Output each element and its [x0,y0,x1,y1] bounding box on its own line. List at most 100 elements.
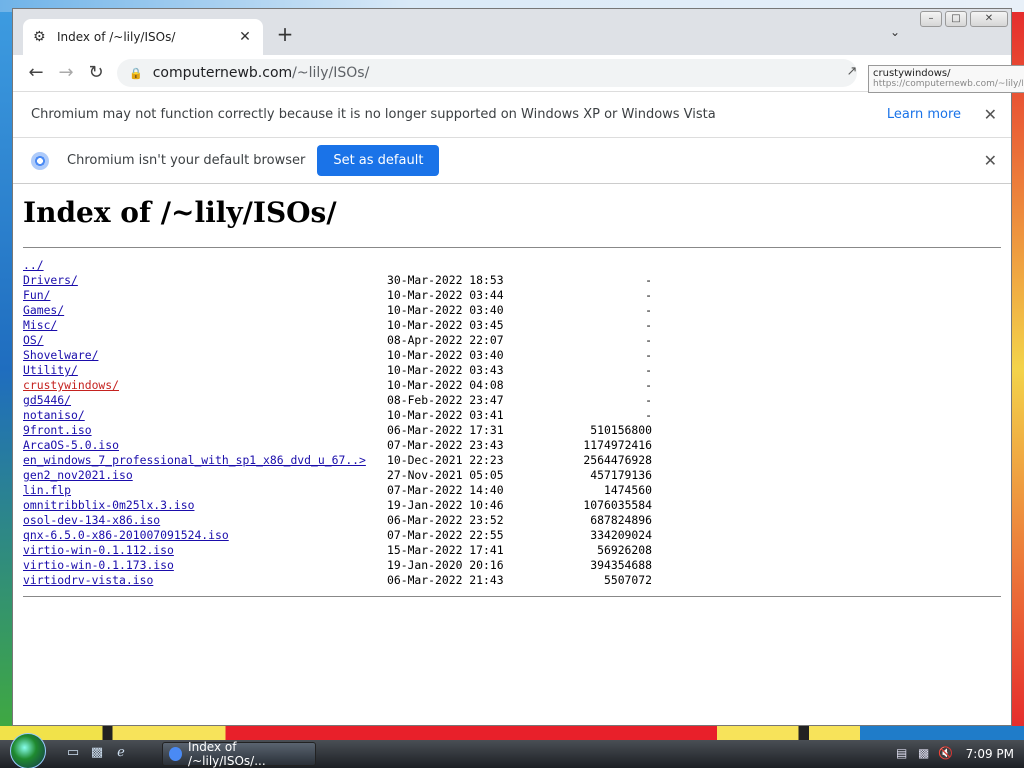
list-item: ../ [23,258,1001,273]
file-size: - [645,273,652,287]
file-size: - [645,288,652,302]
file-size: - [645,393,652,407]
internet-explorer-icon[interactable]: ℯ [112,745,130,763]
lock-icon[interactable]: 🔒 [129,67,143,80]
page-icon: ⚙ [33,29,46,45]
file-link[interactable]: virtiodrv-vista.iso [23,573,387,588]
network-icon[interactable]: ▤ [894,746,910,762]
infobar-close-icon[interactable]: ✕ [984,151,997,170]
learn-more-link[interactable]: Learn more [887,107,961,122]
file-link[interactable]: notaniso/ [23,408,387,423]
file-size: 687824896 [590,513,652,527]
file-date: 10-Dec-2021 22:23 [387,453,504,467]
list-item: qnx-6.5.0-x86-201007091524.iso 07-Mar-202… [23,528,1001,543]
list-item: Games/10-Mar-2022 03:40 - [23,303,1001,318]
switch-windows-icon[interactable]: ▩ [88,745,106,763]
display-icon[interactable]: ▩ [916,746,932,762]
file-date: 10-Mar-2022 03:40 [387,348,504,362]
forward-button[interactable]: → [51,59,81,87]
tooltip-url: https://computernewb.com/~lily/ISOs/ [873,79,1023,89]
file-date: 30-Mar-2022 18:53 [387,273,504,287]
url-host: computernewb.com [152,65,293,81]
url-path: /~lily/ISOs/ [292,65,370,81]
file-link[interactable]: osol-dev-134-x86.iso [23,513,387,528]
file-date: 27-Nov-2021 05:05 [387,468,504,482]
file-link[interactable]: crustywindows/ [23,378,387,393]
file-link[interactable]: gen2_nov2021.iso [23,468,387,483]
back-button[interactable]: ← [21,59,51,87]
file-size: - [645,303,652,317]
show-desktop-icon[interactable]: ▭ [64,745,82,763]
list-item: Misc/10-Mar-2022 03:45 - [23,318,1001,333]
new-tab-button[interactable]: + [273,23,297,47]
list-item: gen2_nov2021.iso 27-Nov-2021 05:05 4571791… [23,468,1001,483]
list-item: omnitribblix-0m25lx.3.iso 19-Jan-2022 10:… [23,498,1001,513]
file-date: 15-Mar-2022 17:41 [387,543,504,557]
file-size: 334209024 [590,528,652,542]
tooltip-title: crustywindows/ [873,68,951,79]
close-window-button[interactable]: ✕ [970,11,1008,27]
file-date: 06-Mar-2022 21:43 [387,573,504,587]
start-button[interactable] [10,733,46,768]
tab-search-chevron-icon[interactable]: ⌄ [885,25,905,45]
file-date: 08-Feb-2022 23:47 [387,393,504,407]
list-item: en_windows_7_professional_with_sp1_x86_d… [23,453,1001,468]
file-link[interactable]: 9front.iso [23,423,387,438]
parent-directory-link[interactable]: ../ [23,258,387,273]
file-link[interactable]: gd5446/ [23,393,387,408]
list-item: Fun/10-Mar-2022 03:44 - [23,288,1001,303]
file-link[interactable]: Games/ [23,303,387,318]
file-date: 10-Mar-2022 04:08 [387,378,504,392]
clock[interactable]: 7:09 PM [966,747,1014,761]
maximize-button[interactable]: □ [945,11,967,27]
file-date: 10-Mar-2022 03:40 [387,303,504,317]
default-browser-infobar: Chromium isn't your default browser Set … [13,137,1011,183]
file-date: 10-Mar-2022 03:44 [387,288,504,302]
minimize-button[interactable]: – [920,11,942,27]
tab-active[interactable]: ⚙ Index of /~lily/ISOs/ ✕ [23,19,263,55]
file-size: 394354688 [590,558,652,572]
file-link[interactable]: Misc/ [23,318,387,333]
page-content: Index of /~lily/ISOs/ ../ Drivers/30-Mar… [13,183,1011,719]
infobar-close-icon[interactable]: ✕ [984,105,997,124]
share-icon[interactable]: ↗ [843,64,861,82]
file-link[interactable]: qnx-6.5.0-x86-201007091524.iso [23,528,387,543]
file-date: 19-Jan-2022 10:46 [387,498,504,512]
volume-muted-icon[interactable]: 🔇 [938,746,954,762]
file-link[interactable]: Fun/ [23,288,387,303]
taskbar: ▭ ▩ ℯ Index of /~lily/ISOs/... ▤ ▩ 🔇 7:0… [0,733,1024,768]
file-link[interactable]: en_windows_7_professional_with_sp1_x86_d… [23,453,387,468]
tab-close-icon[interactable]: ✕ [237,29,253,45]
file-size: 1174972416 [583,438,652,452]
file-link[interactable]: virtio-win-0.1.173.iso [23,558,387,573]
list-item: virtio-win-0.1.173.iso 19-Jan-2020 20:16 3… [23,558,1001,573]
file-link[interactable]: omnitribblix-0m25lx.3.iso [23,498,387,513]
file-link[interactable]: lin.flp [23,483,387,498]
file-link[interactable]: Drivers/ [23,273,387,288]
file-link[interactable]: Shovelware/ [23,348,387,363]
file-size: 457179136 [590,468,652,482]
file-link[interactable]: Utility/ [23,363,387,378]
list-item: lin.flp 07-Mar-2022 14:40 1474560 [23,483,1001,498]
file-date: 07-Mar-2022 22:55 [387,528,504,542]
file-size: - [645,378,652,392]
file-date: 10-Mar-2022 03:41 [387,408,504,422]
file-link[interactable]: ArcaOS-5.0.iso [23,438,387,453]
list-item: Shovelware/10-Mar-2022 03:40 - [23,348,1001,363]
taskbar-window-button[interactable]: Index of /~lily/ISOs/... [162,740,316,768]
reload-button[interactable]: ↻ [81,59,111,87]
address-bar[interactable]: 🔒 computernewb.com /~lily/ISOs/ [117,59,857,87]
desktop-background-bottom [0,726,1024,740]
page-title: Index of /~lily/ISOs/ [23,196,337,229]
file-date: 06-Mar-2022 17:31 [387,423,504,437]
system-tray: ▤ ▩ 🔇 7:09 PM [884,740,1024,768]
unsupported-os-infobar: Chromium may not function correctly beca… [13,91,1011,137]
infobar-message: Chromium may not function correctly beca… [31,107,716,122]
list-item: notaniso/10-Mar-2022 03:41 - [23,408,1001,423]
divider [23,247,1001,248]
window-controls: – □ ✕ [917,11,1008,27]
set-as-default-button[interactable]: Set as default [317,145,440,176]
file-link[interactable]: OS/ [23,333,387,348]
file-link[interactable]: virtio-win-0.1.112.iso [23,543,387,558]
file-size: 510156800 [590,423,652,437]
